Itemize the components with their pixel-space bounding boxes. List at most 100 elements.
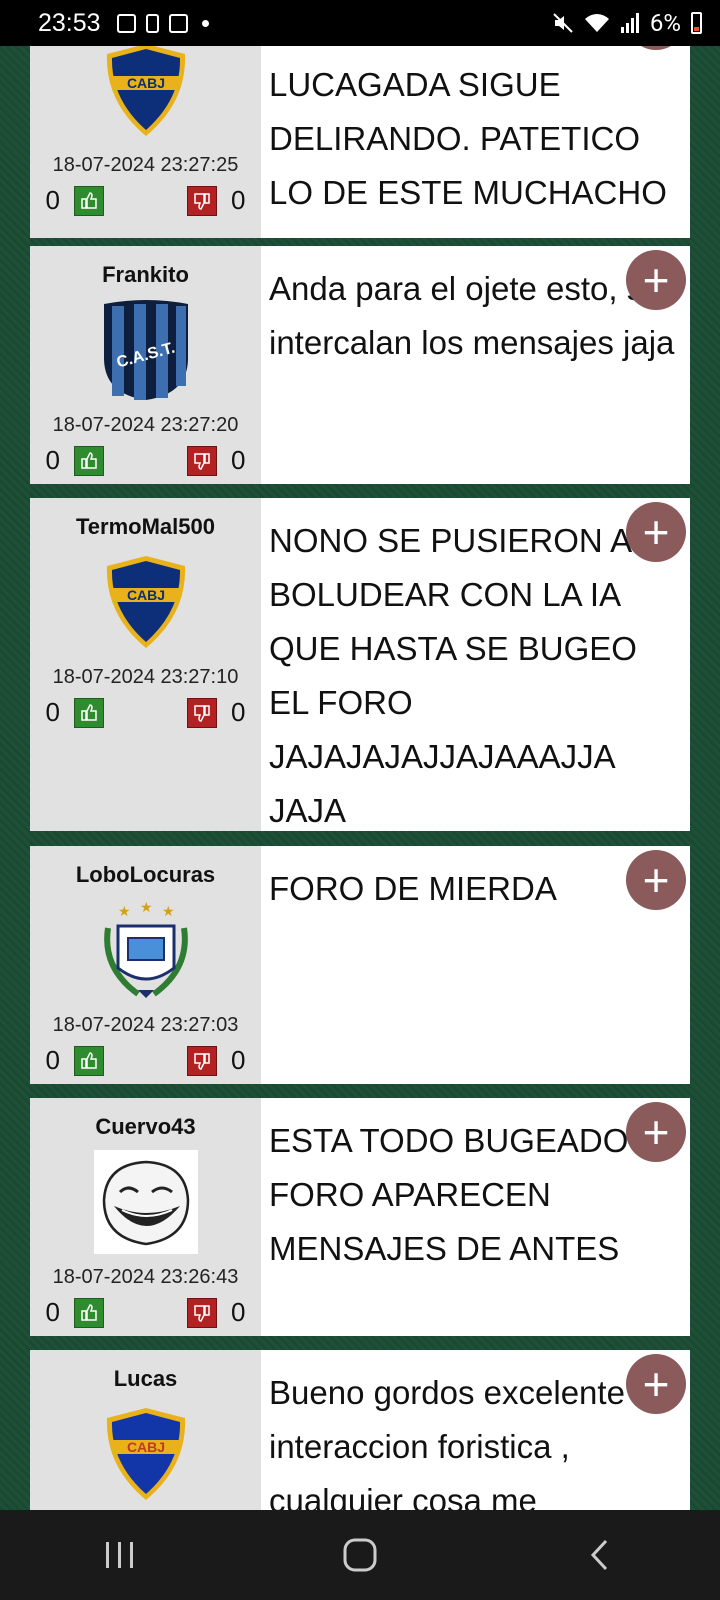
more-options-button[interactable]: + [626, 502, 686, 562]
thumbs-up-icon[interactable] [73, 1045, 104, 1076]
post-body: LUCAGADA SIGUE DELIRANDO. PATETICO LO DE… [261, 46, 690, 238]
forum-feed[interactable]: CABJ 18-07-2024 23:27:25 0 0 LUCAGADA SI… [0, 46, 720, 1510]
post-message: LUCAGADA SIGUE DELIRANDO. PATETICO LO DE… [269, 66, 667, 211]
post-date: 18-07-2024 23:27:10 [52, 666, 239, 688]
back-button[interactable] [560, 1525, 640, 1585]
post-author-panel: Frankito C.A.S.T. 18-07-2024 23:27:20 0 [30, 246, 261, 484]
like-count: 0 [45, 185, 60, 215]
cabj-crest-icon: CABJ [106, 46, 185, 136]
more-options-button[interactable]: + [626, 250, 686, 310]
sim-notification-icon [145, 13, 159, 33]
wifi-icon [584, 14, 609, 32]
user-avatar[interactable] [93, 1150, 198, 1254]
post-message: NONO SE PUSIERON A BOLUDEAR CON LA IA QU… [269, 522, 637, 829]
crest-star-icon: ★ [162, 903, 175, 919]
forum-post: Lucas CABJ Bueno gordos excelente intera… [30, 1350, 690, 1510]
post-date: 18-07-2024 23:27:25 [52, 154, 239, 176]
post-username[interactable]: LoboLocuras [76, 860, 215, 890]
status-time: 23:53 [38, 8, 101, 37]
back-icon [590, 1539, 608, 1571]
forum-post: Frankito C.A.S.T. 18-07-2024 23:27:20 0 [30, 246, 690, 484]
recent-apps-button[interactable] [80, 1525, 160, 1585]
team-crest-avatar[interactable]: CABJ [94, 550, 198, 654]
team-crest-avatar[interactable]: C.A.S.T. [94, 298, 198, 402]
crest-star-icon: ★ [140, 899, 153, 915]
notification-icons [116, 13, 209, 33]
post-username[interactable]: Cuervo43 [95, 1112, 195, 1142]
thumbs-up-icon[interactable] [73, 445, 104, 476]
vote-controls: 0 0 [46, 445, 246, 476]
vote-controls: 0 0 [46, 697, 246, 728]
trollface-icon [93, 1150, 198, 1254]
status-bar: 23:53 6% [0, 0, 720, 46]
system-navigation-bar [0, 1510, 720, 1600]
like-count: 0 [45, 1045, 60, 1075]
forum-post: LoboLocuras ★ ★ ★ 18-07-2024 23:27:03 0 [30, 846, 690, 1084]
team-crest-avatar[interactable]: ★ ★ ★ [94, 898, 198, 1002]
post-body: ESTA TODO BUGEADO EL FORO APARECEN MENSA… [261, 1098, 690, 1336]
thumbs-down-icon[interactable] [187, 697, 218, 728]
vote-controls: 0 0 [46, 1297, 246, 1328]
home-button[interactable] [320, 1525, 400, 1585]
post-author-panel: LoboLocuras ★ ★ ★ 18-07-2024 23:27:03 0 [30, 846, 261, 1084]
forum-post: Cuervo43 18-07-2024 23:26:43 0 0 ESTA TO… [30, 1098, 690, 1336]
system-icons: 6% [552, 0, 702, 46]
post-body: FORO DE MIERDA + [261, 846, 690, 1084]
more-options-button[interactable]: + [626, 1354, 686, 1414]
thumbs-down-icon[interactable] [187, 1297, 218, 1328]
cabj-crest-letters: CABJ [126, 75, 164, 91]
signal-icon [620, 13, 639, 33]
dislike-count: 0 [231, 445, 246, 475]
post-author-panel: Cuervo43 18-07-2024 23:26:43 0 0 [30, 1098, 261, 1336]
post-author-panel: Lucas CABJ [30, 1350, 261, 1510]
post-body: Anda para el ojete esto, se intercalan l… [261, 246, 690, 484]
post-message: ESTA TODO BUGEADO EL FORO APARECEN MENSA… [269, 1122, 677, 1267]
post-body: NONO SE PUSIERON A BOLUDEAR CON LA IA QU… [261, 498, 690, 831]
cabj-crest-icon: CABJ [106, 1408, 185, 1500]
thumbs-up-icon[interactable] [73, 697, 104, 728]
post-message: FORO DE MIERDA [269, 870, 557, 907]
more-options-button[interactable]: + [626, 46, 686, 50]
dislike-count: 0 [231, 1297, 246, 1327]
dislike-count: 0 [231, 185, 246, 215]
thumbs-down-icon[interactable] [187, 445, 218, 476]
mute-icon [553, 13, 573, 33]
post-date: 18-07-2024 23:27:03 [52, 1014, 239, 1036]
cabj-crest-letters: CABJ [126, 1439, 164, 1455]
forum-post: TermoMal500 CABJ 18-07-2024 23:27:10 0 0… [30, 498, 690, 831]
thumbs-up-icon[interactable] [73, 185, 104, 216]
post-username[interactable]: Lucas [114, 1364, 178, 1394]
team-crest-avatar[interactable]: CABJ [94, 1402, 198, 1506]
post-username[interactable]: TermoMal500 [76, 512, 215, 542]
app-notification-icon [168, 13, 188, 33]
forum-post: CABJ 18-07-2024 23:27:25 0 0 LUCAGADA SI… [30, 46, 690, 238]
thumbs-down-icon[interactable] [187, 185, 218, 216]
post-message: Bueno gordos excelente interaccion foris… [269, 1374, 625, 1510]
cabj-crest-letters: CABJ [126, 587, 164, 603]
like-count: 0 [45, 697, 60, 727]
post-author-panel: CABJ 18-07-2024 23:27:25 0 0 [30, 46, 261, 238]
post-author-panel: TermoMal500 CABJ 18-07-2024 23:27:10 0 0 [30, 498, 261, 831]
dislike-count: 0 [231, 1045, 246, 1075]
thumbs-up-icon[interactable] [73, 1297, 104, 1328]
thumbs-down-icon[interactable] [187, 1045, 218, 1076]
vote-controls: 0 0 [46, 1045, 246, 1076]
more-options-button[interactable]: + [626, 1102, 686, 1162]
recent-apps-icon [106, 1542, 133, 1568]
post-body: Bueno gordos excelente interaccion foris… [261, 1350, 690, 1510]
cast-crest-icon: C.A.S.T. [103, 300, 188, 400]
vote-controls: 0 0 [46, 185, 246, 216]
like-count: 0 [45, 445, 60, 475]
like-count: 0 [45, 1297, 60, 1327]
more-options-button[interactable]: + [626, 850, 686, 910]
more-notifications-icon [201, 19, 209, 27]
battery-percent: 6% [649, 9, 681, 37]
post-username[interactable]: Frankito [102, 260, 189, 290]
post-date: 18-07-2024 23:27:20 [52, 414, 239, 436]
gimnasia-crest-icon: ★ ★ ★ [103, 899, 188, 998]
team-crest-avatar[interactable]: CABJ [94, 46, 198, 142]
post-date: 18-07-2024 23:26:43 [52, 1266, 239, 1288]
post-message: Anda para el ojete esto, se intercalan l… [269, 270, 675, 361]
crest-star-icon: ★ [118, 903, 131, 919]
dislike-count: 0 [231, 697, 246, 727]
